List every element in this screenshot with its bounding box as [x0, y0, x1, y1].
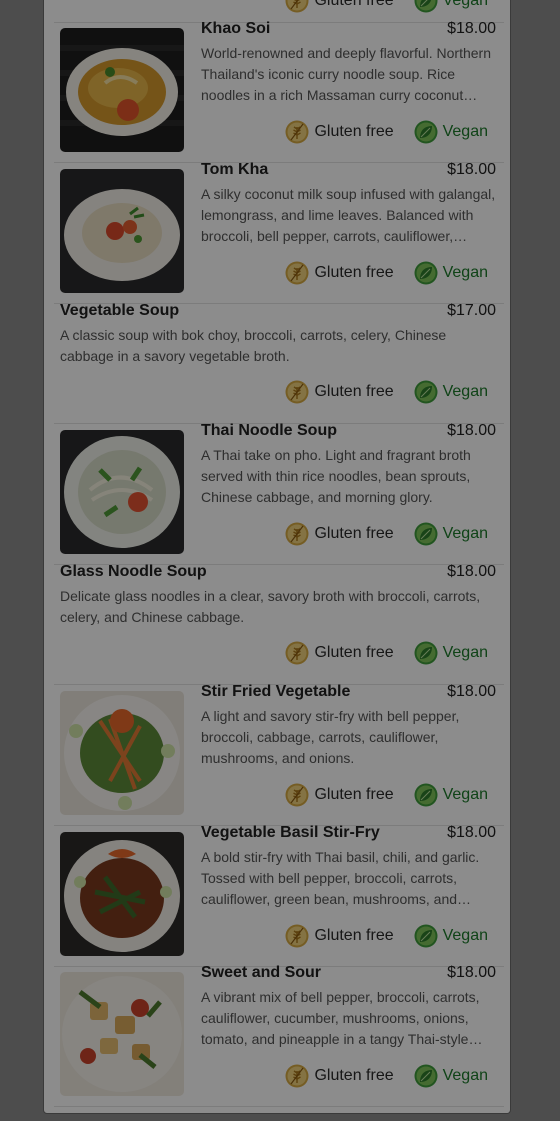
menu-item[interactable]: Vegetable Soup $17.00 A classic soup wit… [54, 302, 504, 424]
vegan-tag: Vegan [414, 380, 488, 404]
menu-item[interactable]: Vegetable Basil Stir-Fry $18.00 A bold s… [54, 824, 504, 967]
vegan-icon [414, 120, 438, 144]
item-name: Glass Noodle Soup [60, 563, 207, 580]
vegan-icon [414, 261, 438, 285]
gluten-free-tag: Gluten free [285, 0, 394, 13]
item-price: $18.00 [447, 824, 496, 841]
coconut-soup-photo [60, 169, 184, 293]
item-description: A silky coconut milk soup infused with g… [201, 186, 496, 244]
item-price: $18.00 [447, 422, 496, 439]
item-price: $18.00 [447, 964, 496, 981]
item-price: $18.00 [447, 20, 496, 37]
gluten-free-icon [285, 261, 309, 285]
item-name: Khao Soi [201, 20, 271, 37]
vegan-icon [414, 1064, 438, 1088]
gluten-free-tag: Gluten free [285, 641, 394, 665]
vegan-tag: Vegan [414, 261, 488, 285]
item-description: Delicate glass noodles in a clear, savor… [60, 588, 481, 625]
vegan-icon [414, 0, 438, 13]
item-name: Tom Kha [201, 161, 269, 178]
menu-item[interactable]: Glass Noodle Soup $18.00 Delicate glass … [54, 563, 504, 685]
diet-tags: Gluten free Vegan [265, 0, 488, 14]
vegan-tag: Vegan [414, 0, 488, 13]
gluten-free-tag: Gluten free [285, 522, 394, 546]
item-description: A vibrant mix of bell pepper, broccoli, … [201, 989, 480, 1047]
item-price: $18.00 [447, 563, 496, 580]
vegan-icon [414, 522, 438, 546]
diet-tags: Gluten free Vegan [265, 1063, 488, 1089]
vegan-tag: Vegan [414, 641, 488, 665]
item-price: $17.00 [447, 302, 496, 319]
gluten-free-tag: Gluten free [285, 120, 394, 144]
basil-stir-fry-photo [60, 832, 184, 956]
item-name: Thai Noodle Soup [201, 422, 337, 439]
gluten-free-icon [285, 783, 309, 807]
gluten-free-tag: Gluten free [285, 380, 394, 404]
vegan-tag: Vegan [414, 120, 488, 144]
diet-tags: Gluten free Vegan [265, 119, 488, 145]
menu-item[interactable]: Tom Kha $18.00 A silky coconut milk soup… [54, 161, 504, 304]
curry-noodle-soup-photo [60, 28, 184, 152]
diet-tags: Gluten free Vegan [265, 521, 488, 547]
item-name: Vegetable Soup [60, 302, 180, 319]
gluten-free-icon [285, 380, 309, 404]
diet-tags: Gluten free Vegan [265, 923, 488, 949]
gluten-free-tag: Gluten free [285, 1064, 394, 1088]
gluten-free-icon [285, 1064, 309, 1088]
menu-item-partial[interactable]: Gluten free Vegan [54, 0, 504, 23]
vegan-tag: Vegan [414, 1064, 488, 1088]
diet-tags: Gluten free Vegan [265, 260, 488, 286]
menu-item[interactable]: Sweet and Sour $18.00 A vibrant mix of b… [54, 964, 504, 1107]
item-description: A bold stir-fry with Thai basil, chili, … [201, 849, 480, 907]
gluten-free-tag: Gluten free [285, 924, 394, 948]
menu-item[interactable]: Thai Noodle Soup $18.00 A Thai take on p… [54, 422, 504, 565]
gluten-free-tag: Gluten free [285, 783, 394, 807]
vegan-tag: Vegan [414, 783, 488, 807]
item-name: Sweet and Sour [201, 964, 322, 981]
diet-tags: Gluten free Vegan [265, 379, 488, 405]
stir-fry-photo [60, 691, 184, 815]
vegan-icon [414, 380, 438, 404]
item-description: A classic soup with bok choy, broccoli, … [60, 327, 447, 364]
vegan-tag: Vegan [414, 522, 488, 546]
item-description: World-renowned and deeply flavorful. Nor… [201, 45, 492, 103]
vegan-tag: Vegan [414, 924, 488, 948]
gluten-free-icon [285, 522, 309, 546]
noodle-soup-photo [60, 430, 184, 554]
item-price: $18.00 [447, 161, 496, 178]
vegan-icon [414, 783, 438, 807]
vegan-icon [414, 924, 438, 948]
item-description: A Thai take on pho. Light and fragrant b… [201, 447, 471, 505]
item-name: Stir Fried Vegetable [201, 683, 351, 700]
gluten-free-tag: Gluten free [285, 261, 394, 285]
gluten-free-icon [285, 120, 309, 144]
menu-panel: Gluten free Vegan Khao Soi $18.00 World-… [43, 0, 511, 1114]
diet-tags: Gluten free Vegan [265, 640, 488, 666]
gluten-free-icon [285, 641, 309, 665]
gluten-free-icon [285, 0, 309, 13]
item-name: Vegetable Basil Stir-Fry [201, 824, 380, 841]
menu-item[interactable]: Khao Soi $18.00 World-renowned and deepl… [54, 20, 504, 163]
gluten-free-icon [285, 924, 309, 948]
item-price: $18.00 [447, 683, 496, 700]
item-description: A light and savory stir-fry with bell pe… [201, 708, 460, 766]
menu-item[interactable]: Stir Fried Vegetable $18.00 A light and … [54, 683, 504, 826]
diet-tags: Gluten free Vegan [265, 782, 488, 808]
sweet-sour-photo [60, 972, 184, 1096]
vegan-icon [414, 641, 438, 665]
